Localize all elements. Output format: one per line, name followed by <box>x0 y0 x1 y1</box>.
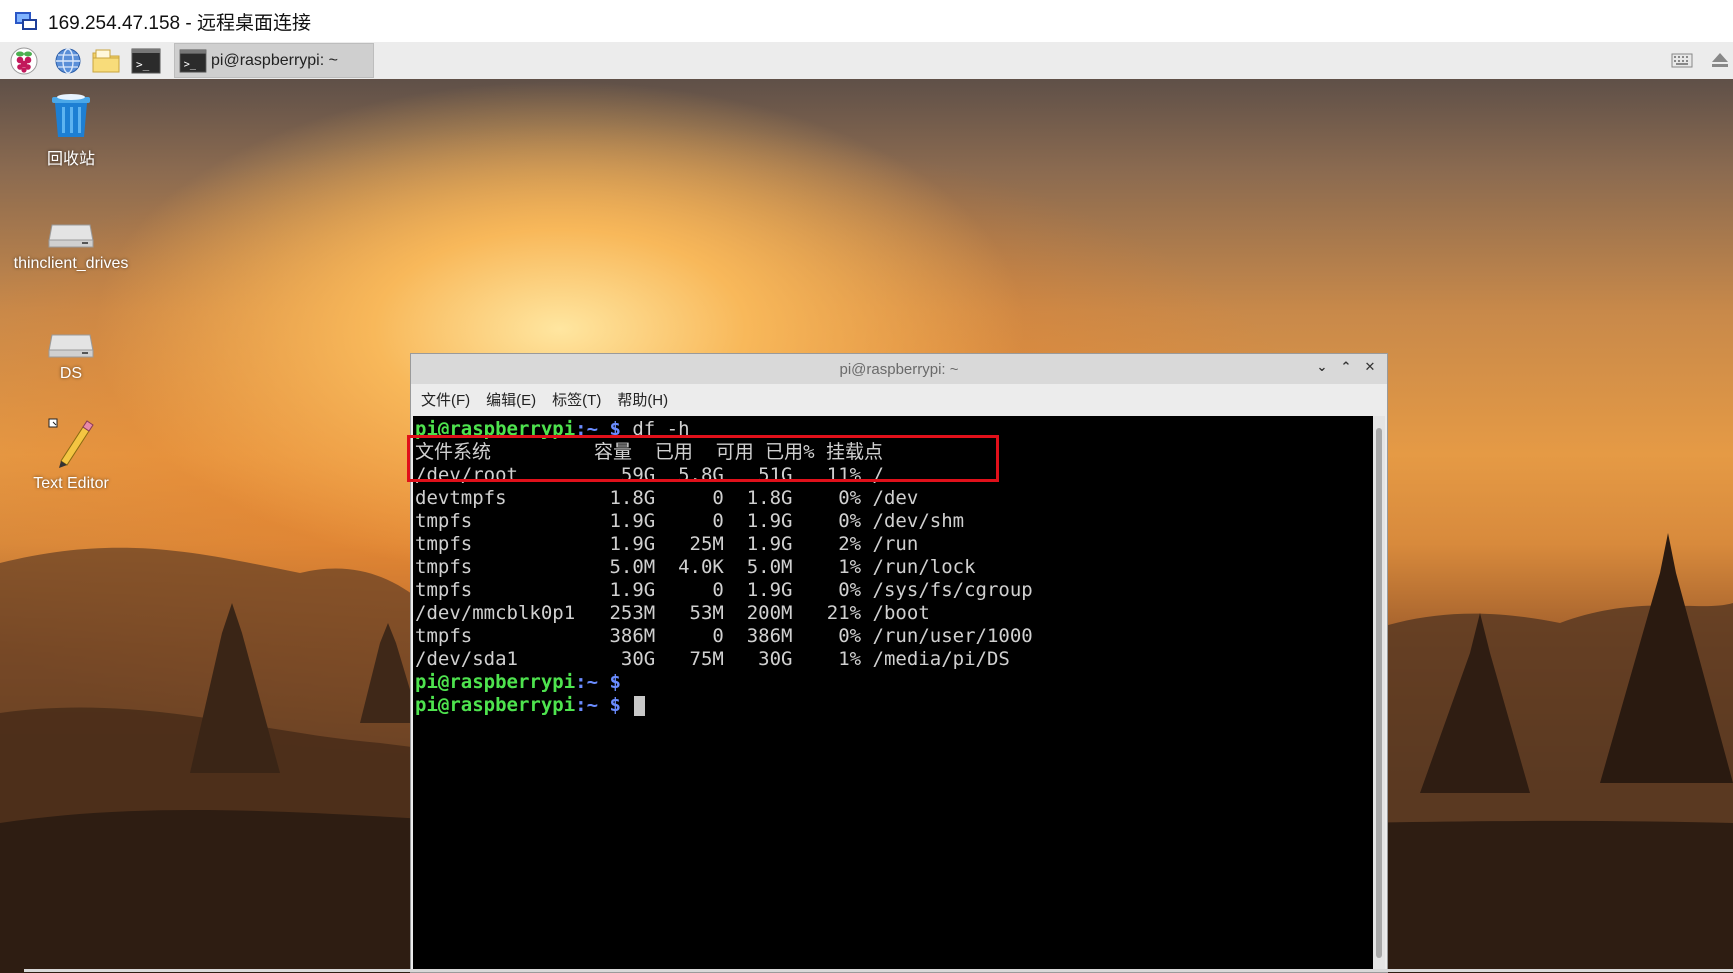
desktop-icon-label: Text Editor <box>33 475 109 492</box>
trash-icon <box>52 94 90 137</box>
terminal-output-line: tmpfs 386M 0 386M 0% /run/user/1000 <box>415 625 1033 647</box>
remote-desktop-icon <box>15 12 37 30</box>
close-button[interactable]: ✕ <box>1363 360 1377 376</box>
terminal-output-line: tmpfs 1.9G 0 1.9G 0% /sys/fs/cgroup <box>415 579 1033 601</box>
maximize-button[interactable]: ⌃ <box>1339 360 1353 376</box>
terminal-output-line: devtmpfs 1.8G 0 1.8G 0% /dev <box>415 487 919 509</box>
desktop-icon-ds[interactable]: DS <box>6 305 136 383</box>
terminal-menubar: 文件(F) 编辑(E) 标签(T) 帮助(H) <box>411 384 1387 414</box>
keyboard-icon[interactable] <box>1671 50 1693 70</box>
menu-help[interactable]: 帮助(H) <box>617 389 668 410</box>
web-browser-icon <box>55 48 81 74</box>
text-editor-icon <box>48 418 94 468</box>
terminal-icon: >_ <box>131 48 161 74</box>
terminal-prompt-line: pi@raspberrypi:~ $ <box>415 694 1373 717</box>
terminal-output[interactable]: pi@raspberrypi:~ $ df -h 文件系统 容量 已用 可用 已… <box>413 416 1373 972</box>
file-manager-icon <box>92 49 120 73</box>
web-browser-button[interactable] <box>52 45 84 77</box>
terminal-output-line: tmpfs 1.9G 0 1.9G 0% /dev/shm <box>415 510 965 532</box>
terminal-output-line: tmpfs 1.9G 25M 1.9G 2% /run <box>415 533 919 555</box>
svg-text:>_: >_ <box>184 59 197 70</box>
terminal-output-line: /dev/root 59G 5.8G 51G 11% / <box>415 464 884 486</box>
terminal-output-line: tmpfs 5.0M 4.0K 5.0M 1% /run/lock <box>415 556 976 578</box>
rdp-window-title: 169.254.47.158 - 远程桌面连接 <box>48 12 311 34</box>
desktop-icon-label: 回收站 <box>46 151 95 168</box>
taskbar: >_ >_ pi@raspberrypi: ~ <box>0 42 1733 80</box>
file-manager-button[interactable] <box>90 45 122 77</box>
desktop-icon-label: DS <box>59 365 83 382</box>
bottom-border <box>24 969 1733 972</box>
menu-tabs[interactable]: 标签(T) <box>552 389 601 410</box>
terminal-window[interactable]: pi@raspberrypi: ~ ⌄ ⌃ ✕ 文件(F) 编辑(E) 标签(T… <box>410 353 1388 973</box>
terminal-output-line: /dev/sda1 30G 75M 30G 1% /media/pi/DS <box>415 648 1010 670</box>
taskbar-item-label: pi@raspberrypi: ~ <box>211 51 338 69</box>
raspberry-menu-button[interactable] <box>8 45 40 77</box>
terminal-output-line: /dev/mmcblk0p1 253M 53M 200M 21% /boot <box>415 602 930 624</box>
menu-edit[interactable]: 编辑(E) <box>486 389 536 410</box>
rdp-titlebar: 169.254.47.158 - 远程桌面连接 <box>0 0 1733 42</box>
terminal-button[interactable]: >_ <box>130 45 162 77</box>
scrollbar-thumb[interactable] <box>1376 428 1382 958</box>
taskbar-item-terminal[interactable]: >_ pi@raspberrypi: ~ <box>174 43 374 78</box>
terminal-titlebar[interactable]: pi@raspberrypi: ~ ⌄ ⌃ ✕ <box>411 354 1387 384</box>
terminal-window-title: pi@raspberrypi: ~ <box>839 360 959 378</box>
drive-icon <box>48 224 94 248</box>
terminal-scrollbar[interactable] <box>1373 416 1385 972</box>
desktop-icon-label: thinclient_drives <box>13 255 129 272</box>
raspberry-menu-icon <box>10 47 38 75</box>
minimize-button[interactable]: ⌄ <box>1315 360 1329 376</box>
menu-file[interactable]: 文件(F) <box>421 389 470 410</box>
terminal-cursor <box>634 695 646 716</box>
desktop-icon-text-editor[interactable]: Text Editor <box>6 415 136 493</box>
terminal-command-line: pi@raspberrypi:~ $ df -h <box>415 418 690 440</box>
drive-icon <box>48 334 94 358</box>
terminal-prompt-line: pi@raspberrypi:~ $ <box>415 671 621 693</box>
desktop-icon-trash[interactable]: 回收站 <box>6 85 136 169</box>
terminal-header-line: 文件系统 容量 已用 可用 已用% 挂载点 <box>415 441 884 463</box>
eject-icon[interactable] <box>1710 50 1730 70</box>
svg-text:>_: >_ <box>136 58 150 71</box>
terminal-icon: >_ <box>179 48 207 73</box>
desktop-icon-thinclient-drives[interactable]: thinclient_drives <box>6 195 136 273</box>
